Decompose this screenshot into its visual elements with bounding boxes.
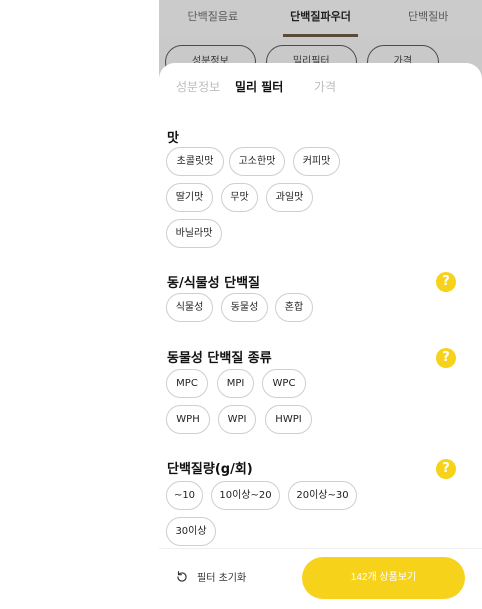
filter-bottom-sheet: 성분정보 밀리 필터 가격 맛 초콜릿맛 고소한맛 커피맛 딸기맛 무맛 과일맛… <box>159 63 482 609</box>
chip-mpc[interactable]: MPC <box>166 369 208 398</box>
reset-filter-button[interactable]: 필터 초기화 <box>175 569 246 584</box>
chip-vanilla[interactable]: 바닐라맛 <box>166 219 222 248</box>
chip-strawberry[interactable]: 딸기맛 <box>166 183 213 212</box>
chip-wpc[interactable]: WPC <box>262 369 306 398</box>
section-title-protein-source: 동/식물성 단백질 <box>167 276 260 291</box>
chip-mixed[interactable]: 혼합 <box>275 293 313 322</box>
refresh-icon <box>177 570 187 582</box>
chip-animal[interactable]: 동물성 <box>221 293 268 322</box>
tab-protein-bar[interactable]: 단백질바 <box>374 0 482 37</box>
section-title-taste: 맛 <box>167 131 179 146</box>
question-circle-icon[interactable]: ? <box>436 459 456 479</box>
chip-plant[interactable]: 식물성 <box>166 293 213 322</box>
section-title-animal-type: 동물성 단백질 종류 <box>167 351 272 366</box>
chip-chocolate[interactable]: 초콜릿맛 <box>166 147 224 176</box>
category-tabs: 단백질음료 단백질파우더 단백질바 <box>159 0 482 37</box>
show-products-button[interactable]: 142개 상품보기 <box>302 557 465 599</box>
chip-plain[interactable]: 무맛 <box>221 183 258 212</box>
sheet-tabs: 성분정보 밀리 필터 가격 <box>159 78 482 98</box>
chip-mpi[interactable]: MPI <box>217 369 254 398</box>
chip-10-to-20[interactable]: 10이상~20 <box>211 481 280 510</box>
tab-price[interactable]: 가격 <box>314 78 336 95</box>
chip-wph[interactable]: WPH <box>166 405 210 434</box>
chip-coffee[interactable]: 커피맛 <box>293 147 340 176</box>
reset-filter-label: 필터 초기화 <box>197 573 247 584</box>
chip-20-to-30[interactable]: 20이상~30 <box>288 481 357 510</box>
tab-milli-filter[interactable]: 밀리 필터 <box>235 78 283 95</box>
chip-over-30[interactable]: 30이상 <box>166 517 216 546</box>
chip-nutty[interactable]: 고소한맛 <box>229 147 285 176</box>
question-circle-icon[interactable]: ? <box>436 348 456 368</box>
app-viewport: 단백질음료 단백질파우더 단백질바 성분정보 밀리필터 가격 성분정보 밀리 필… <box>159 0 482 609</box>
sheet-footer: 필터 초기화 142개 상품보기 <box>159 548 482 609</box>
chip-under-10[interactable]: ~10 <box>166 481 203 510</box>
tab-protein-drink[interactable]: 단백질음료 <box>159 0 267 37</box>
tab-ingredients[interactable]: 성분정보 <box>176 78 220 95</box>
chip-wpi[interactable]: WPI <box>218 405 256 434</box>
chip-fruit[interactable]: 과일맛 <box>266 183 313 212</box>
tab-protein-powder[interactable]: 단백질파우더 <box>267 0 375 37</box>
question-circle-icon[interactable]: ? <box>436 272 456 292</box>
chip-hwpi[interactable]: HWPI <box>265 405 312 434</box>
section-title-protein-amount: 단백질량(g/회) <box>167 462 253 477</box>
